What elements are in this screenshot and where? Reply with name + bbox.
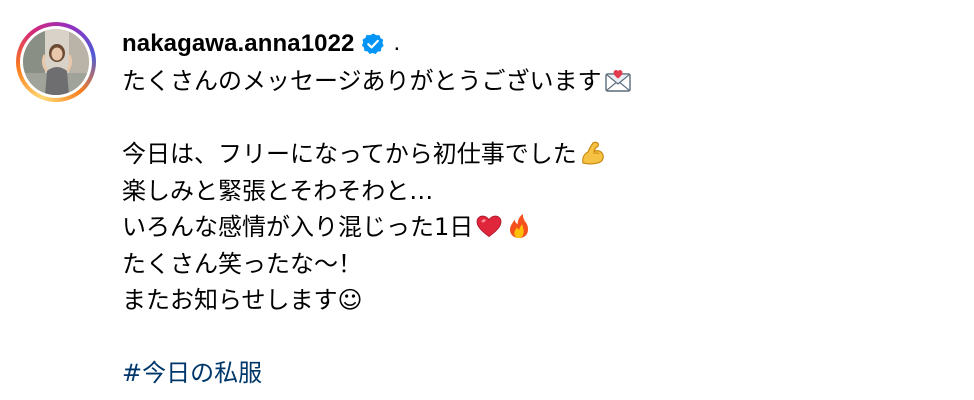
caption-line-5: たくさん笑ったな〜！ xyxy=(122,249,362,278)
caption-text: たくさんのメッセージありがとうございます 今日は、フリーになってから初仕事でした… xyxy=(122,63,942,392)
caption-line-1: たくさんのメッセージありがとうございます xyxy=(122,63,942,100)
caption-blank-1 xyxy=(122,100,942,137)
fire-icon xyxy=(505,212,533,240)
caption-blank-2 xyxy=(122,319,942,356)
caption-line-1-text: たくさんのメッセージありがとうございます xyxy=(122,67,602,95)
caption-line-3: 楽しみと緊張とそわそわと… xyxy=(122,176,434,205)
header-separator: . xyxy=(393,29,401,56)
caption-line-4-text: いろんな感情が入り混じった1日 xyxy=(122,213,474,241)
post-caption-block: nakagawa.anna1022 . たくさんのメッセージありがとうございます… xyxy=(0,0,974,400)
caption-line-2: 今日は、フリーになってから初仕事でした xyxy=(122,136,942,173)
avatar[interactable] xyxy=(16,22,96,102)
caption-hashtag-line: #今日の私服 xyxy=(122,355,942,392)
caption-line-2-text: 今日は、フリーになってから初仕事でした xyxy=(122,140,577,168)
username-link[interactable]: nakagawa.anna1022 xyxy=(122,30,355,58)
caption-line-4: いろんな感情が入り混じった1日 xyxy=(122,209,942,246)
love-letter-icon xyxy=(604,66,632,94)
avatar-photo xyxy=(23,29,89,95)
caption-line-6: またお知らせします☺︎ xyxy=(122,286,363,314)
post-header: nakagawa.anna1022 . xyxy=(122,26,400,62)
hashtag-link[interactable]: #今日の私服 xyxy=(122,359,262,387)
verified-badge-icon xyxy=(361,32,385,56)
flexed-biceps-icon xyxy=(579,139,607,167)
red-heart-icon xyxy=(475,212,503,240)
